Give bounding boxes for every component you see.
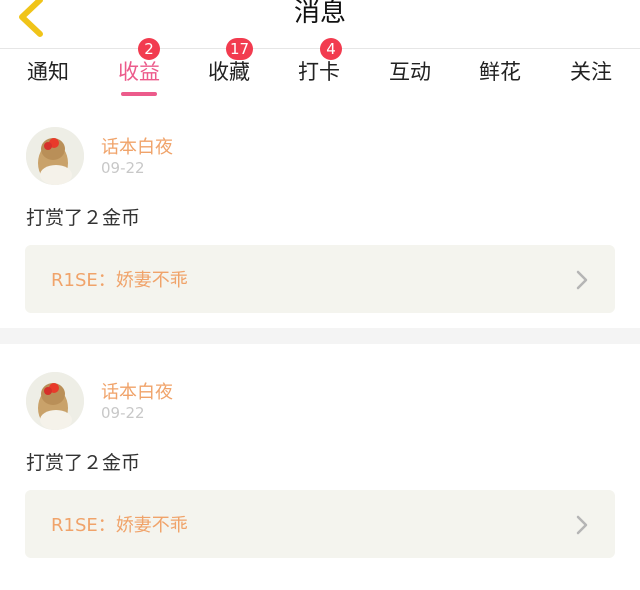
- story-link[interactable]: R1SE：娇妻不乖: [25, 245, 615, 313]
- top-bar: 消息: [0, 0, 640, 49]
- tab-checkin[interactable]: 打卡 4: [298, 38, 342, 86]
- section-divider: [0, 328, 640, 344]
- tab-label: 收益: [118, 60, 160, 84]
- avatar-image: [26, 127, 84, 185]
- message-date: 09-22: [101, 404, 145, 422]
- tab-earnings[interactable]: 收益 2: [118, 38, 160, 96]
- chevron-right-icon: [576, 270, 588, 290]
- story-link-title: R1SE：娇妻不乖: [51, 515, 188, 536]
- avatar[interactable]: [26, 127, 84, 185]
- tab-follows[interactable]: 关注: [570, 58, 612, 86]
- tab-interactions[interactable]: 互动: [389, 58, 431, 86]
- username[interactable]: 话本白夜: [101, 378, 173, 404]
- tab-favorites[interactable]: 收藏 17: [208, 38, 254, 86]
- tab-label: 打卡: [298, 60, 340, 84]
- avatar-image: [26, 372, 84, 430]
- tab-flowers[interactable]: 鲜花: [479, 58, 521, 86]
- page-title: 消息: [293, 0, 346, 28]
- avatar[interactable]: [26, 372, 84, 430]
- story-link[interactable]: R1SE：娇妻不乖: [25, 490, 615, 558]
- message-date: 09-22: [101, 159, 145, 177]
- active-tab-indicator: [121, 92, 157, 96]
- count-badge: 2: [138, 38, 160, 60]
- chevron-right-icon: [576, 515, 588, 535]
- tab-label: 鲜花: [479, 60, 521, 84]
- tab-label: 互动: [389, 60, 431, 84]
- tab-label: 关注: [570, 60, 612, 84]
- tab-label: 通知: [27, 60, 69, 84]
- username[interactable]: 话本白夜: [101, 133, 173, 159]
- count-badge: 4: [320, 38, 342, 60]
- message-card: 话本白夜 09-22 打赏了２金币 R1SE：娇妻不乖: [0, 360, 640, 590]
- tab-notifications[interactable]: 通知: [27, 58, 69, 86]
- message-text: 打赏了２金币: [26, 207, 141, 229]
- tab-label: 收藏: [208, 60, 250, 84]
- message-text: 打赏了２金币: [26, 452, 141, 474]
- story-link-title: R1SE：娇妻不乖: [51, 270, 188, 291]
- count-badge: 17: [226, 38, 254, 60]
- message-card: 话本白夜 09-22 打赏了２金币 R1SE：娇妻不乖: [0, 115, 640, 345]
- tab-bar: 通知 收益 2 收藏 17 打卡 4 互动 鲜花 关注: [0, 38, 640, 100]
